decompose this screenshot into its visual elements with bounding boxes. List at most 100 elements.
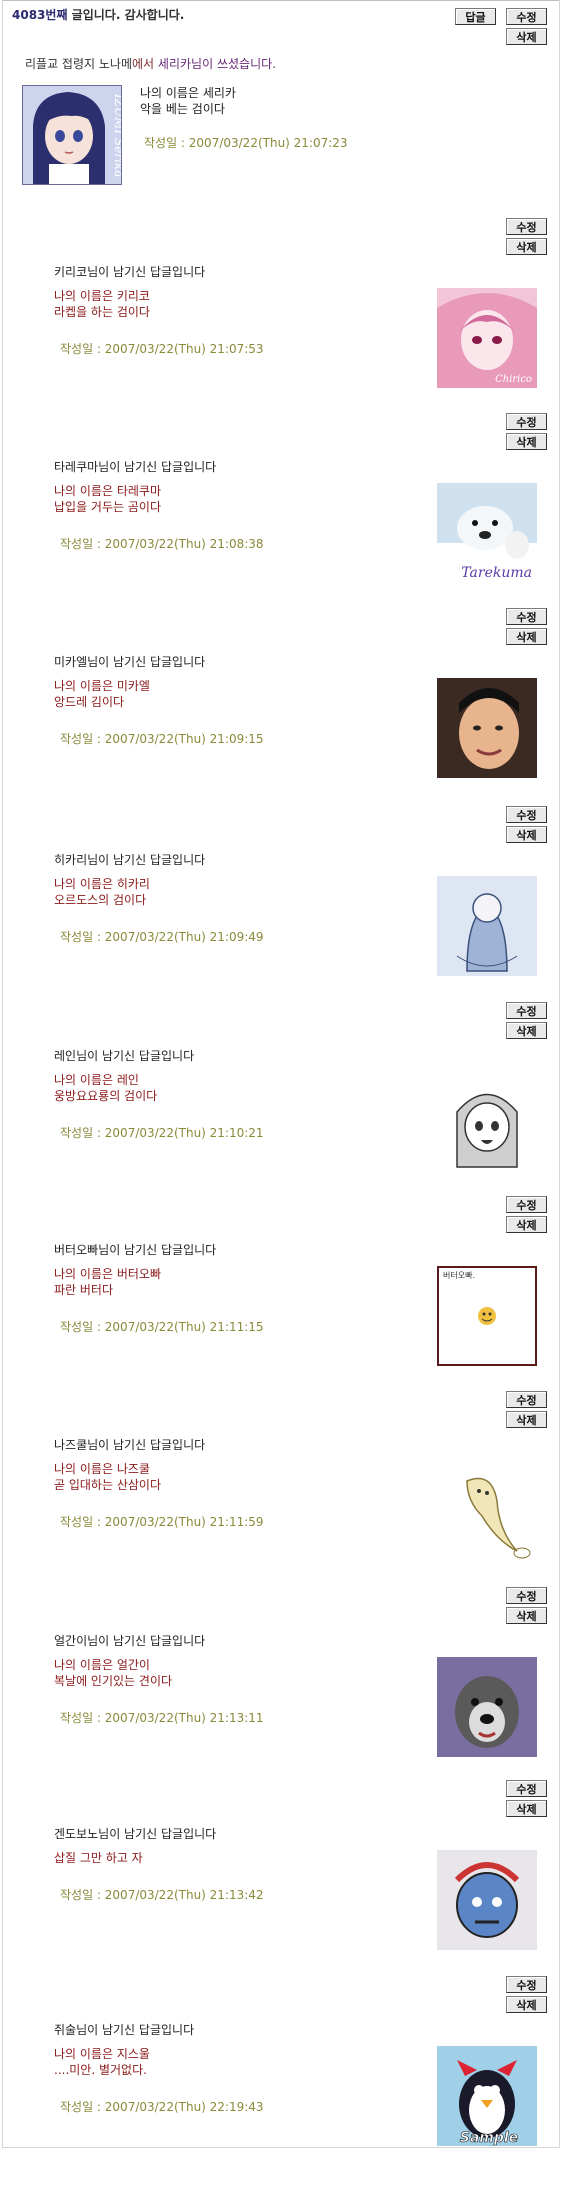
reply-body: 나의 이름은 히카리 오르도스의 검이다: [54, 876, 150, 908]
reply-edit-button[interactable]: 수정: [506, 608, 547, 625]
post-line-1: 나의 이름은 세리카: [140, 86, 236, 100]
reply-body: 나의 이름은 나즈쿨곧 입대하는 산삼이다: [54, 1461, 161, 1493]
reply-line-2: 파란 버터다: [54, 1283, 114, 1297]
author-avatar: IZUMI Serika: [22, 85, 122, 185]
polar-bear-avatar: Tarekuma: [437, 483, 537, 583]
reply-date: 작성일 : 2007/03/22(Thu) 21:11:59: [60, 1515, 264, 1529]
reply-line-2: 웅방요요룡의 검이다: [54, 1089, 158, 1103]
reply-line-1: 나의 이름은 나즈쿨: [54, 1462, 150, 1476]
post-origin: 리플교 접령지 노나메에서 세리카님이 쓰셨습니다.: [25, 55, 276, 72]
reply-edit-button[interactable]: 수정: [506, 1976, 547, 1993]
reply-delete-button[interactable]: 삭제: [506, 1996, 547, 2013]
post-body: 나의 이름은 세리카 악을 베는 검이다: [140, 85, 236, 117]
reply-delete-button[interactable]: 삭제: [506, 238, 547, 255]
reply-title: 키리코님이 남기신 답글입니다: [54, 265, 206, 279]
delete-button[interactable]: 삭제: [506, 28, 547, 45]
reply-edit-button[interactable]: 수정: [506, 1002, 547, 1019]
reply-delete-button[interactable]: 삭제: [506, 1800, 547, 1817]
post-number: 4083번째: [12, 8, 68, 22]
pink-anime-avatar: Chirico: [437, 288, 537, 388]
reply-body: 나의 이름은 미카엘앙드레 김이다: [54, 678, 150, 710]
reply-item: 수정 삭제 나즈쿨님이 남기신 답글입니다 나의 이름은 나즈쿨 곧 입대하는 산삼이다…: [0, 1391, 566, 1626]
board-name: 리플교 접령지 노나메: [25, 57, 132, 71]
reply-delete-button[interactable]: 삭제: [506, 433, 547, 450]
reply-line-1: 나의 이름은 레인: [54, 1073, 139, 1087]
reply-button[interactable]: 답글: [455, 8, 496, 25]
reply-body: 나의 이름은 레인웅방요요룡의 검이다: [54, 1072, 157, 1104]
reply-title: 쥐술님이 남기신 답글입니다: [54, 2023, 195, 2037]
reply-item: 수정 삭제 타레쿠마님이 남기신 답글입니다 나의 이름은 타레쿠마 납입을 거두는 곰…: [0, 413, 566, 648]
reply-delete-button[interactable]: 삭제: [506, 1216, 547, 1233]
penguin-avatar: Sample: [437, 2046, 537, 2146]
reply-body: 나의 이름은 키리코라켑을 하는 검이다: [54, 288, 150, 320]
man-face-avatar: [437, 678, 537, 778]
reply-edit-button[interactable]: 수정: [506, 1780, 547, 1797]
post-header: 4083번째 글입니다. 감사합니다.: [12, 6, 184, 23]
ginseng-avatar: [437, 1461, 537, 1561]
reply-title: 레인님이 남기신 답글입니다: [54, 1049, 195, 1063]
reply-edit-button[interactable]: 수정: [506, 1391, 547, 1408]
reply-delete-button[interactable]: 삭제: [506, 1607, 547, 1624]
graffiti-avatar: [437, 1850, 537, 1950]
reply-date: 작성일 : 2007/03/22(Thu) 21:13:42: [60, 1888, 264, 1902]
reply-delete-button[interactable]: 삭제: [506, 628, 547, 645]
svg-text:Tarekuma: Tarekuma: [461, 565, 532, 581]
reply-line-1: 나의 이름은 타레쿠마: [54, 484, 161, 498]
reply-line-2: ....미안. 별거없다.: [54, 2063, 147, 2077]
reply-date: 작성일 : 2007/03/22(Thu) 21:13:11: [60, 1711, 264, 1725]
reply-item: 수정 삭제 버터오빠님이 남기신 답글입니다 나의 이름은 버터오빠 파란 버터다 작성일…: [0, 1196, 566, 1431]
reply-title: 미카엘님이 남기신 답글입니다: [54, 655, 206, 669]
reply-body: 나의 이름은 지스울 ....미안. 별거없다.: [54, 2046, 150, 2078]
header-message: 글입니다. 감사합니다.: [71, 8, 185, 22]
reply-edit-button[interactable]: 수정: [506, 1587, 547, 1604]
reply-line-1: 나의 이름은 버터오빠: [54, 1267, 161, 1281]
reply-line-2: 앙드레 김이다: [54, 695, 125, 709]
reply-line-1: 나의 이름은 키리코: [54, 289, 150, 303]
reply-body: 삽질 그만 하고 자: [54, 1850, 143, 1866]
reply-delete-button[interactable]: 삭제: [506, 1022, 547, 1039]
reply-delete-button[interactable]: 삭제: [506, 1411, 547, 1428]
reply-date: 작성일 : 2007/03/22(Thu) 21:09:15: [60, 732, 264, 746]
reply-date: 작성일 : 2007/03/22(Thu) 21:09:49: [60, 930, 264, 944]
reply-item: 수정 삭제 히카리님이 남기신 답글입니다 나의 이름은 히카리 오르도스의 검이다 작성…: [0, 806, 566, 1041]
post-date: 작성일 : 2007/03/22(Thu) 21:07:23: [144, 136, 348, 150]
reply-edit-button[interactable]: 수정: [506, 413, 547, 430]
origin-wrote: 쓰셨습니다.: [216, 57, 276, 71]
reply-edit-button[interactable]: 수정: [506, 218, 547, 235]
edit-button[interactable]: 수정: [506, 8, 547, 25]
reply-item: 수정 삭제 겐도보노님이 남기신 답글입니다 삽질 그만 하고 자 작성일 : 2007…: [0, 1780, 566, 2015]
origin-from: 에서: [132, 57, 155, 71]
post-line-2: 악을 베는 검이다: [140, 102, 225, 116]
reply-title: 얼간이님이 남기신 답글입니다: [54, 1634, 206, 1648]
reply-item: 수정 삭제 레인님이 남기신 답글입니다 나의 이름은 레인 웅방요요룡의 검이다 작성일…: [0, 1002, 566, 1237]
svg-text:Chirico: Chirico: [495, 374, 532, 385]
reply-line-1: 나의 이름은 미카엘: [54, 679, 150, 693]
reply-line-1: 삽질 그만 하고 자: [54, 1851, 143, 1865]
reply-title: 나즈쿨님이 남기신 답글입니다: [54, 1438, 206, 1452]
reply-line-2: 납입을 거두는 곰이다: [54, 500, 161, 514]
reply-body: 나의 이름은 타레쿠마납입을 거두는 곰이다: [54, 483, 161, 515]
smiley-avatar: 버터오빠.: [437, 1266, 537, 1366]
reply-title: 타레쿠마님이 남기신 답글입니다: [54, 460, 217, 474]
reply-item: 수정삭제쥐술님이 남기신 답글입니다나의 이름은 지스울 ....미안. 별거없다…: [0, 1976, 566, 2211]
reply-date: 작성일 : 2007/03/22(Thu) 22:19:43: [60, 2100, 264, 2114]
reply-delete-button[interactable]: 삭제: [506, 826, 547, 843]
reply-edit-button[interactable]: 수정: [506, 806, 547, 823]
svg-text:Sample: Sample: [460, 2130, 518, 2146]
reply-date: 작성일 : 2007/03/22(Thu) 21:11:15: [60, 1320, 264, 1334]
reply-line-2: 라켑을 하는 검이다: [54, 305, 150, 319]
reply-title: 겐도보노님이 남기신 답글입니다: [54, 1827, 217, 1841]
avatar-caption: IZUMI Serika: [112, 93, 122, 177]
manga-girl-avatar: [437, 1072, 537, 1172]
reply-date: 작성일 : 2007/03/22(Thu) 21:07:53: [60, 342, 264, 356]
reply-item: 수정 삭제 키리코님이 남기신 답글입니다 나의 이름은 키리코 라켑을 하는 검이다 작…: [0, 218, 566, 453]
reply-line-2: 곧 입대하는 산삼이다: [54, 1478, 161, 1492]
post-author: 세리카님이: [157, 57, 214, 71]
reply-date: 작성일 : 2007/03/22(Thu) 21:08:38: [60, 537, 264, 551]
reply-edit-button[interactable]: 수정: [506, 1196, 547, 1213]
svg-text:버터오빠.: 버터오빠.: [443, 1270, 475, 1280]
reply-title: 버터오빠님이 남기신 답글입니다: [54, 1243, 217, 1257]
reply-item: 수정 삭제 얼간이님이 남기신 답글입니다 나의 이름은 얼간이 복날에 인기있는 견이…: [0, 1587, 566, 1822]
reply-line-1: 나의 이름은 얼간이: [54, 1658, 150, 1672]
reply-line-1: 나의 이름은 지스울: [54, 2047, 150, 2061]
